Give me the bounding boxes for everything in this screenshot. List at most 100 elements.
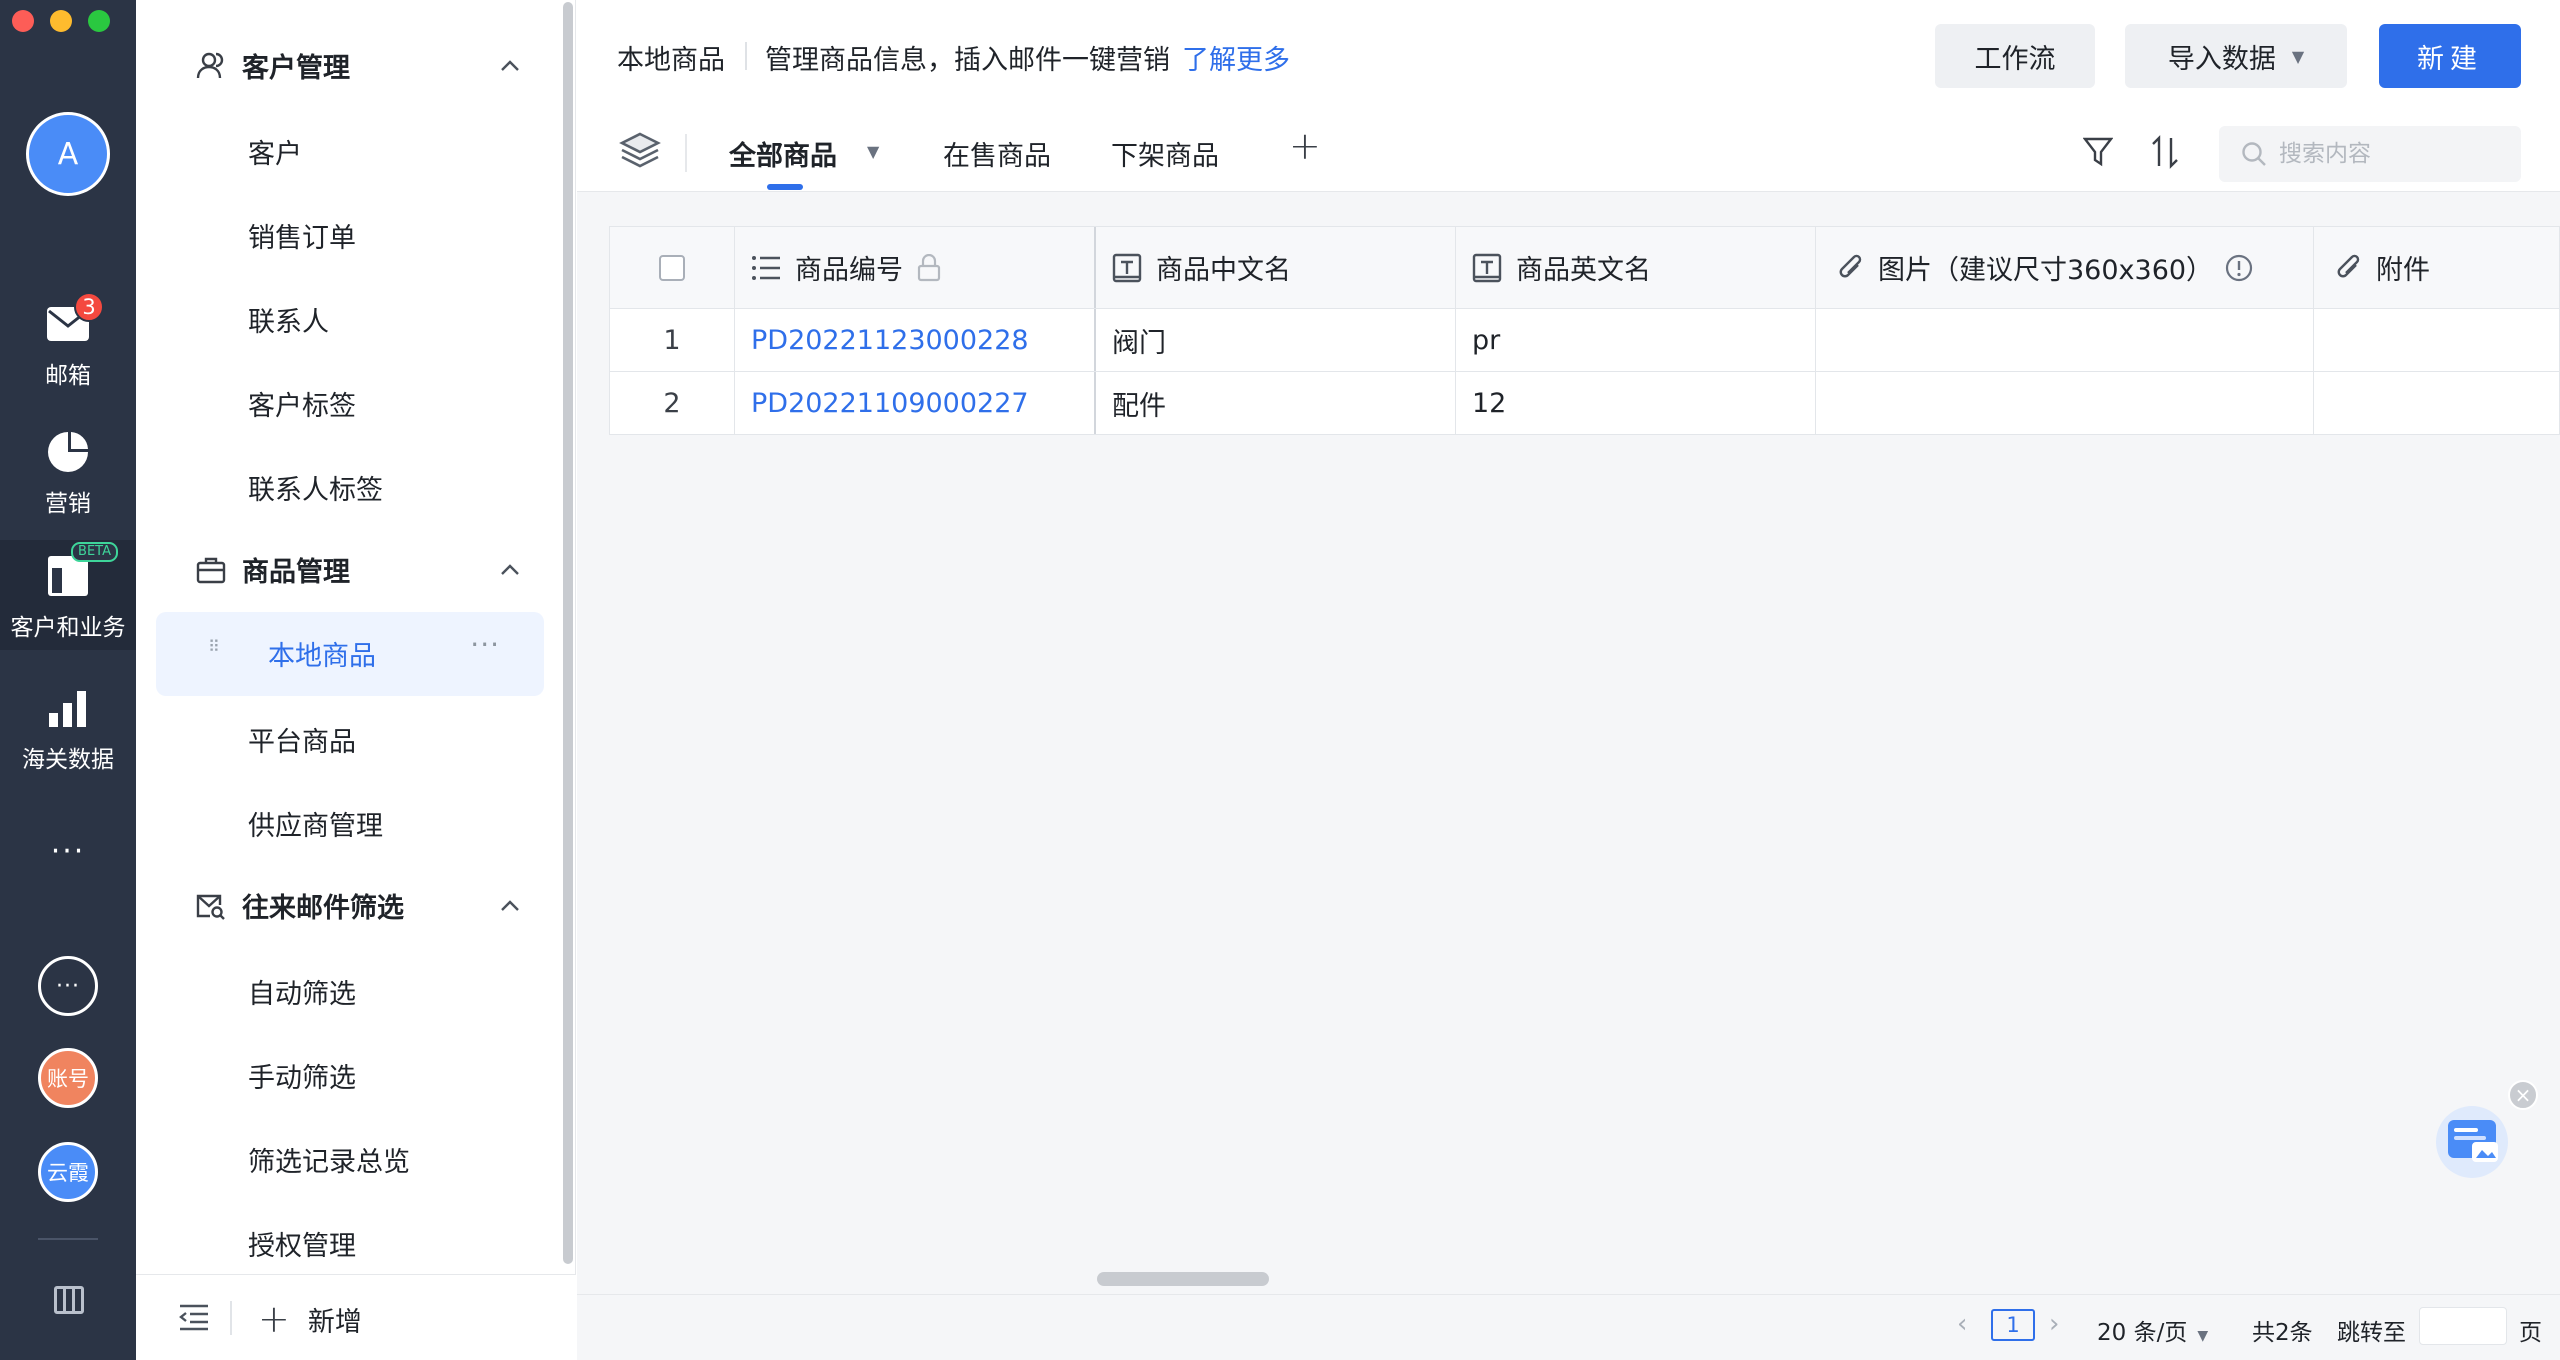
product-code-link[interactable]: PD20221109000227 [735, 372, 1096, 434]
group-product-management[interactable]: 商品管理 [196, 550, 350, 589]
sidebar-item-platform-products[interactable]: 平台商品 [248, 720, 356, 759]
paperclip-icon [2337, 254, 2360, 277]
cell-image[interactable] [1816, 372, 2314, 434]
minimize-window-icon[interactable] [50, 10, 72, 32]
sort-icon[interactable] [2151, 134, 2179, 170]
search-input[interactable] [2279, 141, 2519, 167]
group-customer-management[interactable]: 客户管理 [196, 46, 350, 85]
rail-label: 营销 [45, 491, 91, 517]
sidebar-item-contact-tags[interactable]: 联系人标签 [248, 468, 383, 507]
cell-english-name[interactable]: pr [1456, 309, 1816, 371]
sidebar-scrollbar[interactable] [563, 2, 573, 1264]
column-header-chinese-name[interactable]: 商品中文名 [1096, 227, 1456, 308]
app-rail: A 3 邮箱 营销 BETA 客户和业务 海关数据 ··· ··· 账号 云霞 [0, 0, 136, 1360]
page-size-select[interactable]: 20 条/页 ▼ [2097, 1313, 2208, 1347]
caret-down-icon: ▼ [2291, 46, 2305, 66]
workflow-button[interactable]: 工作流 [1935, 24, 2095, 88]
rail-label: 客户和业务 [10, 615, 126, 641]
caret-down-icon: ▼ [2197, 1328, 2209, 1344]
mail-badge: 3 [74, 292, 104, 322]
tab-on-sale[interactable]: 在售商品 [943, 134, 1051, 173]
chevron-up-icon[interactable] [498, 558, 522, 582]
bar-chart-icon [44, 684, 92, 732]
add-view-icon[interactable]: + [1289, 124, 1321, 168]
sidebar-item-local-products[interactable]: ⠿ 本地商品 ··· [156, 612, 544, 696]
columns-layout-icon[interactable] [54, 1286, 84, 1314]
prev-page-icon[interactable]: ‹ [1957, 1309, 1967, 1339]
group-mail-filter[interactable]: 往来邮件筛选 [196, 886, 404, 925]
more-options-icon[interactable]: ··· [470, 628, 500, 661]
column-header-attachment[interactable]: 附件 [2314, 227, 2560, 308]
cell-attachment[interactable] [2314, 309, 2560, 371]
paperclip-icon [1839, 254, 1862, 277]
user-avatar[interactable]: A [26, 112, 110, 196]
drag-handle-icon[interactable]: ⠿ [208, 639, 220, 655]
chevron-up-icon[interactable] [498, 54, 522, 78]
close-window-icon[interactable] [12, 10, 34, 32]
tabs-divider [685, 134, 687, 172]
column-header-english-name[interactable]: 商品英文名 [1456, 227, 1816, 308]
tab-off-shelf[interactable]: 下架商品 [1111, 134, 1219, 173]
user-name-avatar[interactable]: 云霞 [38, 1142, 98, 1202]
rail-label: 海关数据 [22, 747, 114, 773]
jump-page-input[interactable] [2419, 1307, 2507, 1345]
sidebar-item-supplier-management[interactable]: 供应商管理 [248, 804, 383, 843]
maximize-window-icon[interactable] [88, 10, 110, 32]
plus-icon: + [258, 1297, 290, 1341]
more-apps-button[interactable]: ··· [38, 956, 98, 1016]
sidebar-item-filter-overview[interactable]: 筛选记录总览 [248, 1140, 410, 1179]
floating-assistant-icon[interactable] [2430, 1096, 2514, 1180]
rail-item-marketing[interactable]: 营销 [0, 428, 136, 518]
tab-all-products[interactable]: 全部商品 [729, 134, 837, 173]
sidebar-item-customer[interactable]: 客户 [248, 132, 302, 171]
layers-icon[interactable] [619, 130, 661, 172]
users-icon [196, 52, 224, 78]
column-header-image[interactable]: 图片（建议尺寸360x360） [1816, 227, 2314, 308]
list-icon [752, 255, 780, 280]
cell-chinese-name[interactable]: 阀门 [1096, 309, 1456, 371]
rail-more-icon[interactable]: ··· [0, 834, 136, 869]
rail-item-customer-business[interactable]: BETA 客户和业务 [0, 540, 136, 650]
product-code-link[interactable]: PD20221123000228 [735, 309, 1096, 371]
cell-image[interactable] [1816, 309, 2314, 371]
select-all-checkbox[interactable] [659, 254, 685, 281]
account-avatar[interactable]: 账号 [38, 1048, 98, 1108]
current-page[interactable]: 1 [1991, 1309, 2035, 1341]
sidebar-item-authorization[interactable]: 授权管理 [248, 1224, 356, 1263]
page-title: 本地商品 [617, 45, 725, 76]
close-assistant-icon[interactable]: × [2508, 1080, 2538, 1110]
cell-english-name[interactable]: 12 [1456, 372, 1816, 434]
tab-caret-down-icon[interactable]: ▼ [867, 142, 879, 161]
page-description: 管理商品信息，插入邮件一键营销 了解更多 [765, 45, 1290, 76]
info-icon[interactable] [2225, 254, 2253, 282]
column-header-product-code[interactable]: 商品编号 [735, 227, 1096, 308]
table-row[interactable]: 2 PD20221109000227 配件 12 [610, 372, 2560, 435]
learn-more-link[interactable]: 了解更多 [1182, 45, 1290, 76]
rail-item-customs-data[interactable]: 海关数据 [0, 684, 136, 774]
import-data-button[interactable]: 导入数据 ▼ [2125, 24, 2347, 88]
window-controls [12, 10, 110, 32]
sidebar-item-sales-order[interactable]: 销售订单 [248, 216, 356, 255]
cell-attachment[interactable] [2314, 372, 2560, 434]
cell-chinese-name[interactable]: 配件 [1096, 372, 1456, 434]
footer-divider [230, 1301, 232, 1335]
sidebar-item-contacts[interactable]: 联系人 [248, 300, 329, 339]
chevron-up-icon[interactable] [498, 894, 522, 918]
sidebar-item-customer-tags[interactable]: 客户标签 [248, 384, 356, 423]
sidebar-item-auto-filter[interactable]: 自动筛选 [248, 972, 356, 1011]
rail-item-mailbox[interactable]: 3 邮箱 [0, 292, 136, 390]
sidebar-item-manual-filter[interactable]: 手动筛选 [248, 1056, 356, 1095]
row-number: 2 [610, 372, 735, 434]
table-row[interactable]: 1 PD20221123000228 阀门 pr [610, 309, 2560, 372]
horizontal-scrollbar[interactable] [1097, 1272, 1269, 1286]
lock-icon [917, 253, 941, 281]
total-count: 共2条 [2252, 1320, 2313, 1346]
mail-search-icon [196, 894, 225, 920]
search-box[interactable] [2219, 126, 2521, 182]
next-page-icon[interactable]: › [2049, 1309, 2059, 1339]
new-button[interactable]: 新建 [2379, 24, 2521, 88]
collapse-sidebar-icon[interactable] [178, 1303, 210, 1331]
add-new-button[interactable]: + 新增 [258, 1297, 362, 1341]
briefcase-icon [196, 557, 226, 583]
filter-icon[interactable] [2083, 136, 2113, 168]
